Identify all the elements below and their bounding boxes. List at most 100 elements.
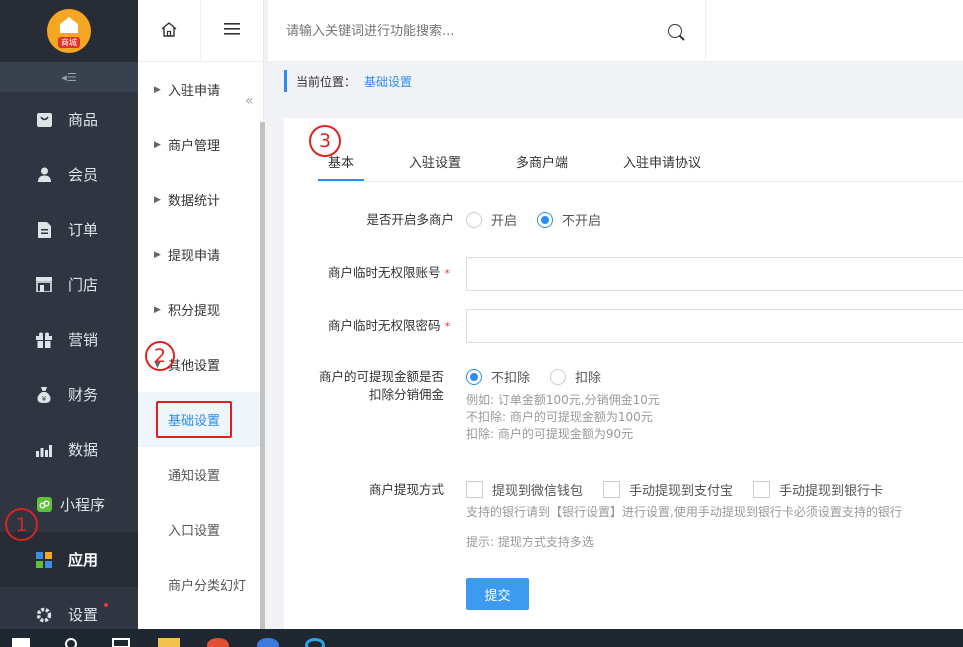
temp-account-label-text: 商户临时无权限账号: [327, 265, 441, 280]
tab-entry-settings[interactable]: 入驻设置: [409, 142, 461, 181]
temp-password-label: 商户临时无权限密码 *: [280, 317, 450, 336]
subnav-item-notify-settings[interactable]: 通知设置: [138, 447, 263, 502]
highlight-box: 基础设置: [156, 401, 233, 438]
radio-enable[interactable]: 开启: [466, 210, 517, 229]
radio-no-deduct[interactable]: 不扣除: [466, 367, 530, 386]
browser-icon-2[interactable]: [257, 638, 279, 647]
sidebar-collapse-button[interactable]: ◂☰: [0, 62, 138, 92]
bar-chart-icon: [36, 442, 52, 458]
folder-icon[interactable]: [158, 638, 180, 647]
checkbox-bank-card[interactable]: 手动提现到银行卡: [753, 480, 883, 499]
browser-icon[interactable]: [207, 638, 229, 647]
sidebar-item-label: 会员: [68, 166, 99, 184]
subnav-item-label: 入驻申请: [168, 84, 221, 99]
os-taskbar: [0, 629, 963, 647]
radio-disable[interactable]: 不开启: [537, 210, 601, 229]
shop-logo[interactable]: 商城: [47, 9, 91, 53]
checkbox-alipay[interactable]: 手动提现到支付宝: [603, 480, 733, 499]
radio-circle: [550, 368, 567, 385]
sidebar-item-label: 订单: [68, 221, 99, 239]
submit-button[interactable]: 提交: [466, 578, 529, 610]
home-button[interactable]: [138, 0, 201, 62]
menu-toggle-button[interactable]: [201, 0, 263, 62]
annotation-marker-3: 3: [309, 125, 341, 157]
withdraw-bank-hint: 支持的银行请到【银行设置】进行设置,使用手动提现到银行卡必须设置支持的银行: [466, 505, 902, 519]
subnav-item-label: 积分提现: [168, 304, 221, 319]
sidebar-item-marketing[interactable]: 营销: [0, 312, 138, 367]
caret-right-icon: ▶: [154, 139, 161, 150]
subnav-item-basic-settings[interactable]: 基础设置: [138, 392, 263, 447]
subnav-item-category-slides[interactable]: 商户分类幻灯: [138, 557, 263, 612]
search-bar: [268, 0, 706, 62]
search-input[interactable]: [286, 23, 656, 39]
subnav-scrollbar[interactable]: [260, 122, 265, 629]
start-icon[interactable]: [12, 638, 30, 647]
double-chevron-left-icon[interactable]: «: [245, 93, 254, 109]
bag-icon: [36, 112, 52, 128]
sidebar-item-label: 应用: [68, 551, 99, 569]
sidebar-item-label: 营销: [68, 331, 99, 349]
subnav-toolbar: [138, 0, 263, 62]
radio-deduct[interactable]: 扣除: [550, 367, 601, 386]
deduct-hint: 例如: 订单金额100元,分销佣金10元 不扣除: 商户的可提现金额为100元 …: [466, 392, 660, 443]
sidebar-item-data[interactable]: 数据: [0, 422, 138, 477]
search-icon[interactable]: [668, 24, 682, 38]
mini-program-icon: [36, 497, 52, 513]
subnav-item-label: 商户分类幻灯: [168, 579, 247, 594]
breadcrumb: 当前位置： 基础设置: [284, 70, 412, 92]
hint-line: 扣除: 商户的可提现金额为90元: [466, 427, 634, 441]
annotation-marker-1: 1: [5, 508, 38, 541]
sidebar-item-orders[interactable]: 订单: [0, 202, 138, 257]
breadcrumb-current[interactable]: 基础设置: [364, 73, 412, 90]
temp-password-input[interactable]: [466, 309, 963, 343]
task-view-icon[interactable]: [112, 638, 130, 647]
temp-password-label-text: 商户临时无权限密码: [327, 318, 441, 333]
withdraw-multi-hint: 提示: 提现方式支持多选: [466, 535, 594, 549]
deduct-radio-group: 不扣除 扣除: [466, 367, 621, 386]
caret-right-icon: ▶: [154, 304, 161, 315]
gift-icon: [36, 332, 52, 348]
sidebar-item-label: 数据: [68, 441, 99, 459]
checkbox-label: 手动提现到支付宝: [629, 484, 734, 499]
money-bag-icon: ¥: [36, 386, 52, 403]
home-icon: [161, 21, 177, 41]
sidebar-item-label: 门店: [68, 276, 99, 294]
sidebar-item-label: 小程序: [60, 496, 106, 514]
subnav-item-entry-settings[interactable]: 入口设置: [138, 502, 263, 557]
breadcrumb-prefix: 当前位置：: [296, 74, 357, 89]
deduct-commission-label: 商户的可提现金额是否 扣除分销佣金: [274, 368, 444, 404]
sidebar-item-stores[interactable]: 门店: [0, 257, 138, 312]
app-icon[interactable]: [305, 638, 325, 647]
logo-text: 商城: [58, 37, 80, 48]
sidebar-item-finance[interactable]: ¥ 财务: [0, 367, 138, 422]
subnav-item-withdraw[interactable]: ▶ 提现申请: [138, 227, 263, 282]
sidebar-item-goods[interactable]: 商品: [0, 92, 138, 147]
collapse-icon: ◂☰: [61, 70, 77, 84]
radio-label: 不扣除: [491, 371, 531, 386]
sidebar-item-members[interactable]: 会员: [0, 147, 138, 202]
subnav-item-statistics[interactable]: ▶ 数据统计: [138, 172, 263, 227]
svg-text:¥: ¥: [42, 395, 47, 403]
subnav-item-points-withdraw[interactable]: ▶ 积分提现: [138, 282, 263, 337]
checkbox-wechat[interactable]: 提现到微信钱包: [466, 480, 583, 499]
logo-area: 商城: [0, 0, 138, 62]
withdraw-method-label: 商户提现方式: [368, 482, 444, 497]
checkbox-box: [603, 481, 621, 498]
checkbox-box: [466, 481, 483, 498]
annotation-marker-2: 2: [145, 341, 175, 371]
multi-merchant-label: 是否开启多商户: [366, 212, 454, 227]
radio-label: 不开启: [562, 214, 602, 229]
temp-account-label: 商户临时无权限账号 *: [280, 264, 450, 283]
subnav-item-merchant-manage[interactable]: ▶ 商户管理: [138, 117, 263, 172]
radio-label: 扣除: [575, 371, 602, 386]
notification-dot: [104, 603, 108, 607]
taskbar-search-icon[interactable]: [65, 638, 77, 647]
deduct-label-line2: 扣除分销佣金: [368, 387, 444, 402]
apps-grid-icon: [36, 551, 52, 568]
deduct-label-line1: 商户的可提现金额是否: [318, 369, 444, 384]
document-icon: [36, 221, 52, 238]
temp-account-input[interactable]: [466, 257, 963, 291]
tab-entry-agreement[interactable]: 入驻申请协议: [623, 142, 701, 181]
tab-multi-merchant-client[interactable]: 多商户端: [516, 142, 568, 181]
house-icon: [60, 17, 78, 33]
